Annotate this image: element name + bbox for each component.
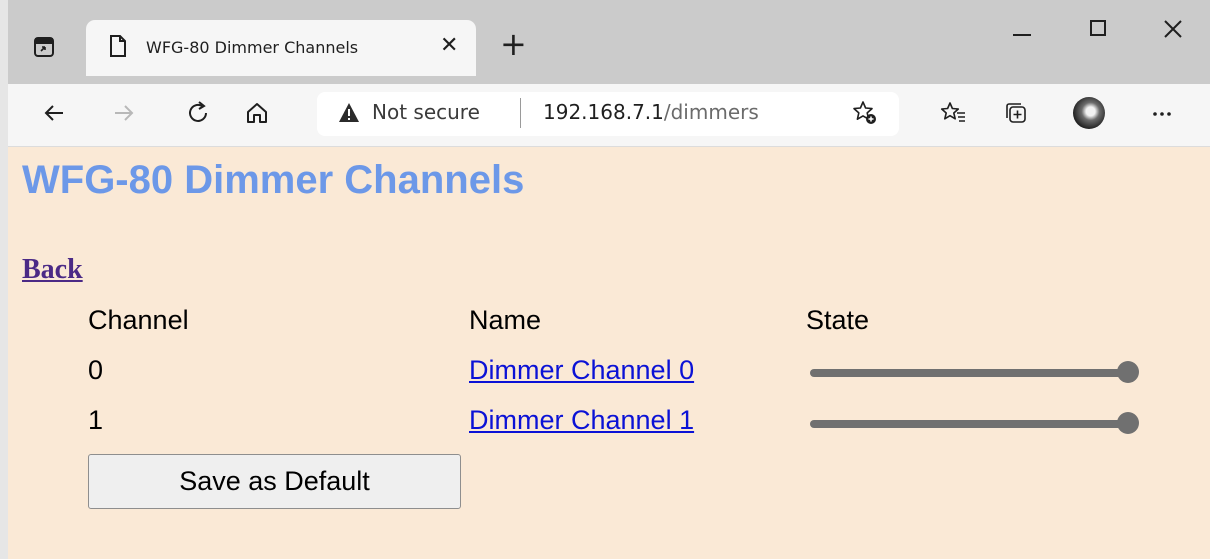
- url-path: /dimmers: [663, 100, 759, 124]
- more-icon[interactable]: [1148, 99, 1176, 127]
- channel-number-1: 1: [88, 405, 104, 435]
- channel-name-link-0[interactable]: Dimmer Channel 0: [469, 355, 694, 386]
- home-icon[interactable]: [243, 99, 271, 127]
- close-tab-icon[interactable]: ✕: [440, 35, 458, 57]
- header-name: Name: [469, 305, 542, 335]
- add-favorite-icon[interactable]: [851, 99, 879, 127]
- slider-thumb[interactable]: [1117, 412, 1139, 434]
- save-as-default-button[interactable]: Save as Default: [88, 454, 461, 509]
- url-host: 192.168.7.1: [543, 100, 664, 124]
- profile-avatar[interactable]: [1073, 97, 1105, 129]
- forward-icon[interactable]: [110, 99, 138, 127]
- state-slider-1[interactable]: [808, 411, 1140, 435]
- url-text[interactable]: 192.168.7.1/dimmers: [543, 100, 759, 124]
- tab-actions-icon[interactable]: [30, 33, 58, 61]
- new-tab-icon[interactable]: +: [500, 28, 527, 60]
- page-title: WFG-80 Dimmer Channels: [22, 158, 525, 202]
- state-slider-0[interactable]: [808, 360, 1140, 384]
- back-link[interactable]: Back: [22, 254, 83, 286]
- window-edge: [0, 0, 8, 559]
- maximize-icon[interactable]: [1090, 20, 1106, 36]
- slider-thumb[interactable]: [1117, 361, 1139, 383]
- slider-track: [810, 369, 1128, 377]
- address-separator: [520, 98, 521, 128]
- channel-number-0: 0: [88, 355, 104, 385]
- back-icon[interactable]: [40, 99, 68, 127]
- slider-track: [810, 420, 1128, 428]
- header-state: State: [806, 305, 870, 335]
- channel-name-link-1[interactable]: Dimmer Channel 1: [469, 405, 694, 436]
- minimize-icon[interactable]: [1012, 18, 1032, 38]
- warning-icon[interactable]: [338, 102, 360, 124]
- security-label[interactable]: Not secure: [372, 100, 480, 124]
- header-channel: Channel: [88, 305, 189, 335]
- refresh-icon[interactable]: [184, 99, 212, 127]
- collections-icon[interactable]: [1002, 99, 1030, 127]
- page-icon: [108, 34, 128, 58]
- tab-title: WFG-80 Dimmer Channels: [146, 38, 359, 57]
- close-window-icon[interactable]: [1162, 18, 1184, 40]
- favorites-icon[interactable]: [939, 99, 967, 127]
